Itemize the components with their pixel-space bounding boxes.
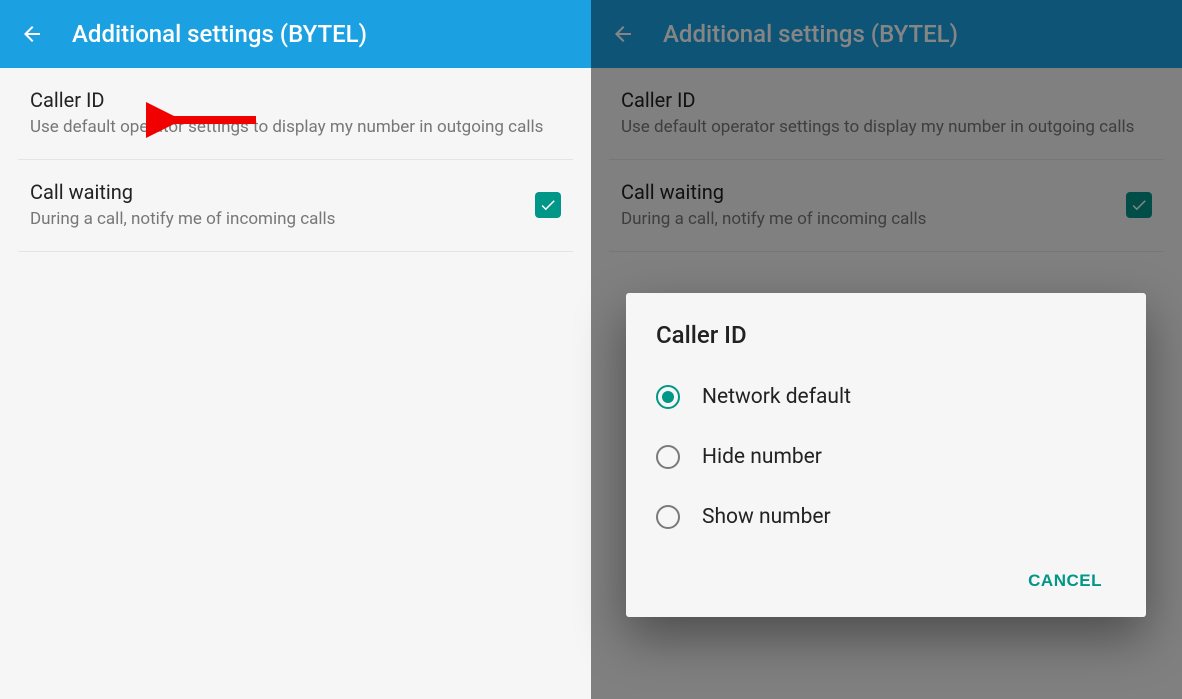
caller-id-title: Caller ID <box>30 88 549 112</box>
call-waiting-checkbox[interactable] <box>535 192 561 218</box>
settings-screen-right: Additional settings (BYTEL) Caller ID Us… <box>591 0 1182 699</box>
dialog-title: Caller ID <box>656 321 1116 349</box>
radio-icon <box>656 385 680 409</box>
radio-dot-icon <box>662 391 674 403</box>
radio-option-hide-number[interactable]: Hide number <box>656 427 1116 487</box>
radio-option-show-number[interactable]: Show number <box>656 487 1116 547</box>
cancel-button[interactable]: CANCEL <box>1014 561 1116 601</box>
radio-icon <box>656 445 680 469</box>
caller-id-subtitle: Use default operator settings to display… <box>30 116 549 139</box>
call-waiting-text: Call waiting During a call, notify me of… <box>30 180 535 231</box>
appbar-title: Additional settings (BYTEL) <box>72 20 367 48</box>
settings-list: Caller ID Use default operator settings … <box>0 68 591 252</box>
radio-option-network-default[interactable]: Network default <box>656 367 1116 427</box>
back-arrow-icon <box>20 22 44 46</box>
radio-label: Network default <box>702 385 851 409</box>
settings-screen-left: Additional settings (BYTEL) Caller ID Us… <box>0 0 591 699</box>
caller-id-text: Caller ID Use default operator settings … <box>30 88 561 139</box>
radio-icon <box>656 505 680 529</box>
caller-id-dialog: Caller ID Network default Hide number Sh… <box>626 293 1146 617</box>
call-waiting-subtitle: During a call, notify me of incoming cal… <box>30 208 523 231</box>
caller-id-item[interactable]: Caller ID Use default operator settings … <box>18 68 573 160</box>
call-waiting-item[interactable]: Call waiting During a call, notify me of… <box>18 160 573 252</box>
check-icon <box>539 196 557 214</box>
dialog-actions: CANCEL <box>656 561 1116 601</box>
back-button[interactable] <box>20 22 44 46</box>
radio-label: Show number <box>702 505 831 529</box>
radio-label: Hide number <box>702 445 822 469</box>
appbar: Additional settings (BYTEL) <box>0 0 591 68</box>
call-waiting-title: Call waiting <box>30 180 523 204</box>
